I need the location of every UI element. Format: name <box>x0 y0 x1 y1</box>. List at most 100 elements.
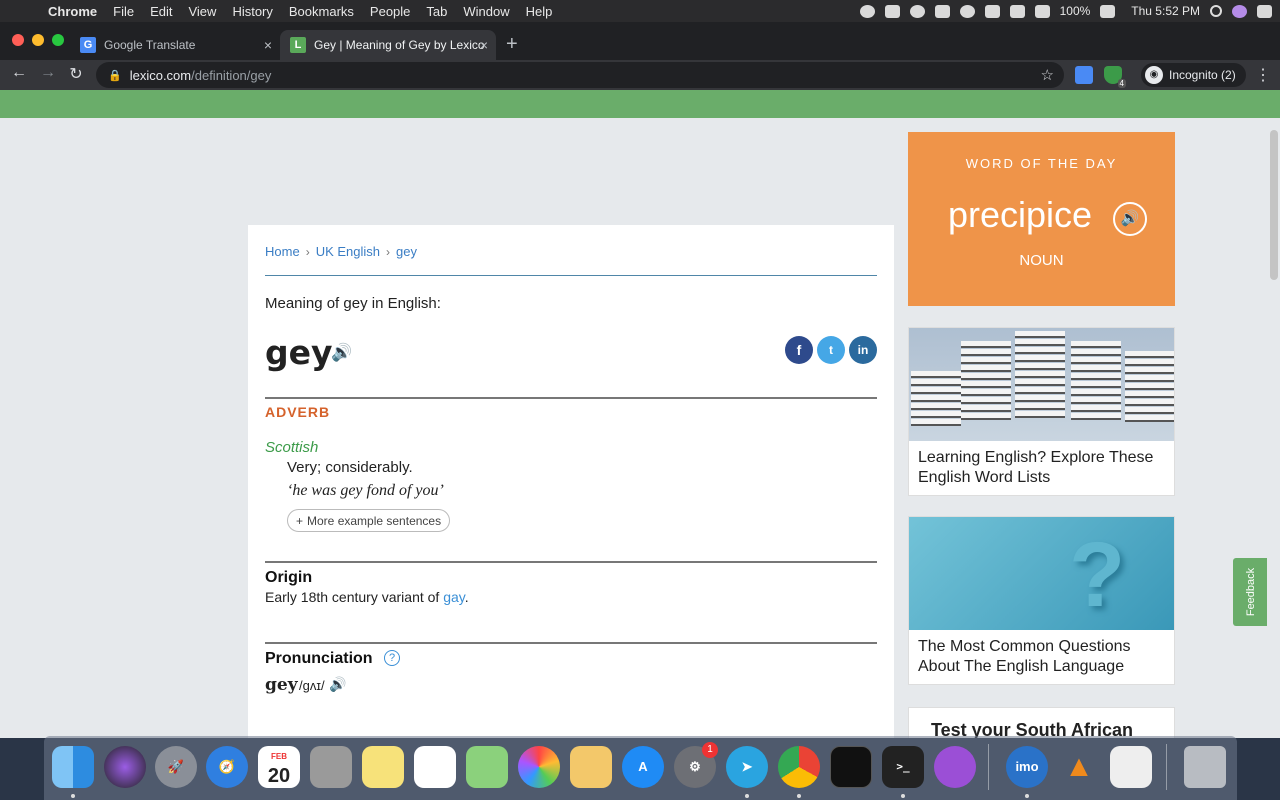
photos-icon[interactable] <box>518 746 560 788</box>
breadcrumb-word-link[interactable]: gey <box>396 244 417 259</box>
close-tab-icon[interactable]: × <box>480 37 488 53</box>
promo-quiz[interactable]: Test your South African <box>908 707 1175 738</box>
creative-cloud-tray-icon[interactable] <box>959 4 975 18</box>
terminal-icon[interactable]: >_ <box>882 746 924 788</box>
menu-history[interactable]: History <box>224 4 280 19</box>
safari-icon[interactable]: 🧭 <box>206 746 248 788</box>
breadcrumb: Home › UK English › gey <box>265 244 417 259</box>
lock-icon[interactable]: 🔒 <box>108 69 122 82</box>
zoom-window-button[interactable] <box>52 34 64 46</box>
wifi-icon[interactable] <box>1009 4 1025 18</box>
menu-chrome[interactable]: Chrome <box>40 4 105 19</box>
wotd-audio-icon[interactable]: 🔊 <box>1113 202 1147 236</box>
shield-extension-icon[interactable]: 4 <box>1104 66 1126 88</box>
reminders-icon[interactable] <box>414 746 456 788</box>
divider <box>265 642 877 644</box>
imo-icon[interactable]: imo <box>1006 746 1048 788</box>
promo-word-lists[interactable]: Learning English? Explore These English … <box>908 327 1175 496</box>
menu-edit[interactable]: Edit <box>142 4 180 19</box>
menu-view[interactable]: View <box>180 4 224 19</box>
close-window-button[interactable] <box>12 34 24 46</box>
notification-center-icon[interactable] <box>1257 4 1272 18</box>
calculator-icon[interactable] <box>310 746 352 788</box>
minimize-window-button[interactable] <box>32 34 44 46</box>
cloud-tray-icon[interactable] <box>934 4 950 18</box>
forward-button[interactable]: → <box>37 64 59 82</box>
chrome-icon[interactable] <box>778 746 820 788</box>
telegram-icon[interactable]: ➤ <box>726 746 768 788</box>
siri-icon[interactable] <box>104 746 146 788</box>
chat-tray-icon[interactable] <box>909 4 925 18</box>
url-domain: lexico.com <box>129 67 192 83</box>
pronunciation-audio-icon[interactable]: 🔊 <box>329 676 346 693</box>
menu-window[interactable]: Window <box>455 4 517 19</box>
reload-button[interactable]: ↻ <box>65 64 87 84</box>
battery-percent[interactable]: 100% <box>1060 4 1091 18</box>
twitter-share-icon[interactable]: t <box>817 336 845 364</box>
podcasts-icon[interactable] <box>934 746 976 788</box>
page-scrollbar[interactable] <box>1270 130 1278 280</box>
linkedin-share-icon[interactable]: in <box>849 336 877 364</box>
google-translate-extension-icon[interactable] <box>1075 66 1093 84</box>
app-store-icon[interactable]: A <box>622 746 664 788</box>
siri-icon[interactable] <box>1232 4 1247 18</box>
spotlight-icon[interactable] <box>1210 5 1222 17</box>
close-tab-icon[interactable]: × <box>264 37 272 53</box>
headword-audio-icon[interactable]: 🔊 <box>331 343 352 363</box>
feedback-tab[interactable]: Feedback <box>1233 558 1267 626</box>
notes-icon[interactable] <box>362 746 404 788</box>
tab-lexico[interactable]: L Gey | Meaning of Gey by Lexico × <box>280 30 496 60</box>
divider <box>265 397 877 399</box>
promo-caption[interactable]: Learning English? Explore These English … <box>909 441 1174 495</box>
menu-bookmarks[interactable]: Bookmarks <box>281 4 362 19</box>
menu-help[interactable]: Help <box>518 4 561 19</box>
plus-icon: + <box>296 513 304 528</box>
status-tray: 100% Thu 5:52 PM <box>859 0 1272 22</box>
telegram-tray-icon[interactable] <box>859 4 875 18</box>
word-of-the-day-card[interactable]: WORD OF THE DAY precipice 🔊 NOUN <box>908 132 1175 306</box>
back-button[interactable]: ← <box>8 64 30 82</box>
chrome-menu-icon[interactable]: ⋮ <box>1255 65 1271 85</box>
new-tab-button[interactable]: + <box>506 34 518 54</box>
tab-title: Google Translate <box>104 38 196 52</box>
tab-google-translate[interactable]: G Google Translate × <box>70 30 280 60</box>
promo-caption[interactable]: The Most Common Questions About The Engl… <box>909 630 1174 684</box>
activity-monitor-icon[interactable] <box>830 746 872 788</box>
battery-icon[interactable] <box>1100 4 1116 18</box>
clock[interactable]: Thu 5:52 PM <box>1131 4 1200 18</box>
pronunciation-heading: Pronunciation <box>265 650 373 667</box>
facebook-share-icon[interactable]: f <box>785 336 813 364</box>
bookmark-star-icon[interactable]: ☆ <box>1041 66 1054 84</box>
entry-card: Home › UK English › gey Meaning of gey i… <box>248 225 894 738</box>
meaning-heading: Meaning of gey in English: <box>265 295 441 312</box>
pinwheel-tray-icon[interactable] <box>884 4 900 18</box>
breadcrumb-uk-english-link[interactable]: UK English <box>316 244 380 259</box>
launchpad-icon[interactable]: 🚀 <box>155 746 197 788</box>
origin-text: Early 18th century variant of gay. <box>265 589 469 605</box>
volume-icon[interactable] <box>1034 4 1050 18</box>
vlc-icon[interactable]: ▲ <box>1058 746 1100 788</box>
input-source-icon[interactable] <box>984 4 1000 18</box>
address-bar[interactable]: 🔒 lexico.com/definition/gey ☆ <box>96 62 1064 88</box>
site-header-bar <box>0 90 1280 118</box>
menu-tab[interactable]: Tab <box>418 4 455 19</box>
textedit-icon[interactable] <box>1110 746 1152 788</box>
breadcrumb-home-link[interactable]: Home <box>265 244 300 259</box>
tab-title: Gey | Meaning of Gey by Lexico <box>314 38 485 52</box>
menu-people[interactable]: People <box>362 4 418 19</box>
pronunciation-help-icon[interactable]: ? <box>384 650 400 666</box>
more-example-sentences-button[interactable]: + More example sentences <box>287 509 451 532</box>
part-of-speech: ADVERB <box>265 404 331 420</box>
calendar-icon[interactable]: FEB 20 <box>258 746 300 788</box>
running-indicator <box>745 794 749 798</box>
wotd-part-of-speech: NOUN <box>1019 252 1064 269</box>
trash-icon[interactable] <box>1184 746 1226 788</box>
maps-icon[interactable] <box>466 746 508 788</box>
promo-common-questions[interactable]: ? The Most Common Questions About The En… <box>908 516 1175 685</box>
wotd-word[interactable]: precipice <box>948 194 1092 236</box>
origin-gay-link[interactable]: gay <box>443 589 465 605</box>
menu-file[interactable]: File <box>105 4 142 19</box>
preview-icon[interactable] <box>570 746 612 788</box>
finder-icon[interactable] <box>52 746 94 788</box>
incognito-profile-button[interactable]: ◉ Incognito (2) <box>1141 63 1246 87</box>
